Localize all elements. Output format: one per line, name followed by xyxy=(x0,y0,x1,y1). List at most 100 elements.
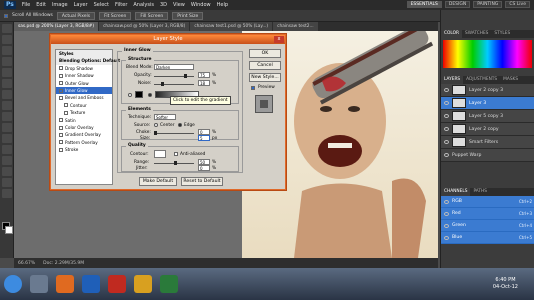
type-tool-icon[interactable] xyxy=(2,178,12,187)
style-pattern-overlay[interactable]: Pattern Overlay xyxy=(56,139,112,146)
layer-row[interactable]: Layer 2 copy 3 xyxy=(441,84,534,97)
scroll-all-checkbox[interactable] xyxy=(4,13,8,18)
style-gradient-overlay[interactable]: Gradient Overlay xyxy=(56,131,112,138)
background-color-swatch[interactable] xyxy=(5,226,13,234)
eye-icon[interactable] xyxy=(444,223,449,228)
photoshop-taskbar-icon[interactable] xyxy=(82,275,100,293)
pen-tool-icon[interactable] xyxy=(2,167,12,176)
make-default-button[interactable]: Make Default xyxy=(139,177,177,186)
actual-pixels-button[interactable]: Actual Pixels xyxy=(56,11,96,20)
blending-options[interactable]: Blending Options: Default xyxy=(56,57,120,65)
antialiased-checkbox[interactable] xyxy=(174,152,178,156)
lasso-tool-icon[interactable] xyxy=(2,46,12,55)
channel-row[interactable]: Red Ctrl+3 xyxy=(441,208,534,220)
cs-live-button[interactable]: CS Live xyxy=(505,1,530,8)
checkbox[interactable] xyxy=(59,88,63,93)
eye-icon[interactable] xyxy=(444,127,449,131)
menu-image[interactable]: Image xyxy=(52,2,68,8)
styles-header[interactable]: Styles xyxy=(56,50,112,58)
eyedropper-tool-icon[interactable] xyxy=(2,79,12,88)
move-tool-icon[interactable] xyxy=(2,24,12,33)
tab-paths[interactable]: PATHS xyxy=(470,188,490,196)
style-texture[interactable]: Texture xyxy=(56,109,112,116)
style-drop-shadow[interactable]: Drop Shadow xyxy=(56,65,112,72)
crop-tool-icon[interactable] xyxy=(2,68,12,77)
checkbox[interactable] xyxy=(59,147,63,152)
cancel-button[interactable]: Cancel xyxy=(249,61,281,70)
folder-icon[interactable] xyxy=(134,275,152,293)
menu-filter[interactable]: Filter xyxy=(115,2,127,8)
fit-screen-button[interactable]: Fit Screen xyxy=(99,11,132,20)
color-spectrum[interactable] xyxy=(443,40,532,68)
start-button-icon[interactable] xyxy=(4,275,22,293)
tab-color[interactable]: COLOR xyxy=(441,30,462,38)
layer-row[interactable]: Smart Filters xyxy=(441,136,534,149)
checkbox[interactable] xyxy=(59,140,63,145)
fill-screen-button[interactable]: Fill Screen xyxy=(135,11,169,20)
source-edge-radio[interactable] xyxy=(178,123,182,127)
menu-window[interactable]: Window xyxy=(191,2,211,8)
menu-select[interactable]: Select xyxy=(94,2,109,8)
checkbox[interactable] xyxy=(59,125,63,130)
channel-row[interactable]: RGB Ctrl+2 xyxy=(441,196,534,208)
checkbox[interactable] xyxy=(59,132,63,137)
opacity-input[interactable]: 75 xyxy=(198,72,210,78)
style-outer-glow[interactable]: Outer Glow xyxy=(56,80,112,87)
eye-icon[interactable] xyxy=(444,114,449,118)
style-bevel-emboss[interactable]: Bevel and Emboss xyxy=(56,94,112,101)
ok-button[interactable]: OK xyxy=(249,49,281,58)
blend-mode-select[interactable]: Darken xyxy=(154,64,194,70)
tab-layers[interactable]: LAYERS xyxy=(441,76,464,84)
opacity-slider[interactable] xyxy=(154,74,194,78)
menu-view[interactable]: View xyxy=(173,2,185,8)
style-inner-glow[interactable]: Inner Glow xyxy=(56,86,112,95)
checkbox[interactable] xyxy=(59,118,63,123)
style-color-overlay[interactable]: Color Overlay xyxy=(56,124,112,131)
quick-select-tool-icon[interactable] xyxy=(2,57,12,66)
technique-select[interactable]: Softer xyxy=(154,114,176,120)
source-center-radio[interactable] xyxy=(154,123,158,127)
tab-chainsaw-test2[interactable]: chainsaw test2... xyxy=(273,22,318,31)
color-radio[interactable] xyxy=(128,93,132,97)
workspace-painting[interactable]: PAINTING xyxy=(473,1,503,8)
media-player-icon[interactable] xyxy=(56,275,74,293)
range-slider[interactable] xyxy=(154,161,194,165)
zoom-level[interactable]: 66.67% xyxy=(18,261,35,266)
checkbox[interactable] xyxy=(64,103,68,108)
tab-chainsaw[interactable]: chainsaw.psd @ 50% (Layer 3, RGB/8) xyxy=(99,22,190,31)
tab-chainsaw-test1[interactable]: chainsaw test1.psd @ 50% (Lay...) xyxy=(190,22,273,31)
tab-swatches[interactable]: SWATCHES xyxy=(462,30,491,38)
style-contour[interactable]: Contour xyxy=(56,102,112,109)
layer-row[interactable]: Layer 5 copy 3 xyxy=(441,110,534,123)
menu-file[interactable]: File xyxy=(22,2,30,8)
choke-slider[interactable] xyxy=(154,131,194,135)
tab-masks[interactable]: MASKS xyxy=(500,76,521,84)
glow-color-swatch[interactable] xyxy=(135,91,143,98)
checkbox[interactable] xyxy=(64,110,68,115)
workspace-essentials[interactable]: ESSENTIALS xyxy=(406,1,442,8)
eye-icon[interactable] xyxy=(444,101,449,105)
menu-layer[interactable]: Layer xyxy=(74,2,88,8)
new-style-button[interactable]: New Style... xyxy=(249,73,281,82)
chrome-icon[interactable] xyxy=(108,275,126,293)
contour-picker[interactable] xyxy=(154,150,166,158)
dodge-tool-icon[interactable] xyxy=(2,156,12,165)
checkbox[interactable] xyxy=(59,81,63,86)
healing-tool-icon[interactable] xyxy=(2,90,12,99)
gradient-radio[interactable] xyxy=(148,93,152,97)
eye-icon[interactable] xyxy=(444,235,449,240)
noise-slider[interactable] xyxy=(154,82,194,86)
tab-channels[interactable]: CHANNELS xyxy=(441,188,471,196)
menu-help[interactable]: Help xyxy=(217,2,228,8)
tab-sas[interactable]: sas.psd @ 200% (Layer 3, RGB/8#) xyxy=(14,22,99,31)
app-icon[interactable] xyxy=(160,275,178,293)
eraser-tool-icon[interactable] xyxy=(2,134,12,143)
noise-input[interactable]: 18 xyxy=(198,80,210,86)
channel-row[interactable]: Green Ctrl+4 xyxy=(441,220,534,232)
eye-icon[interactable] xyxy=(444,199,449,204)
checkbox[interactable] xyxy=(59,66,63,71)
menu-analysis[interactable]: Analysis xyxy=(133,2,154,8)
stamp-tool-icon[interactable] xyxy=(2,112,12,121)
jitter-input[interactable]: 0 xyxy=(198,165,210,171)
checkbox[interactable] xyxy=(59,96,63,101)
